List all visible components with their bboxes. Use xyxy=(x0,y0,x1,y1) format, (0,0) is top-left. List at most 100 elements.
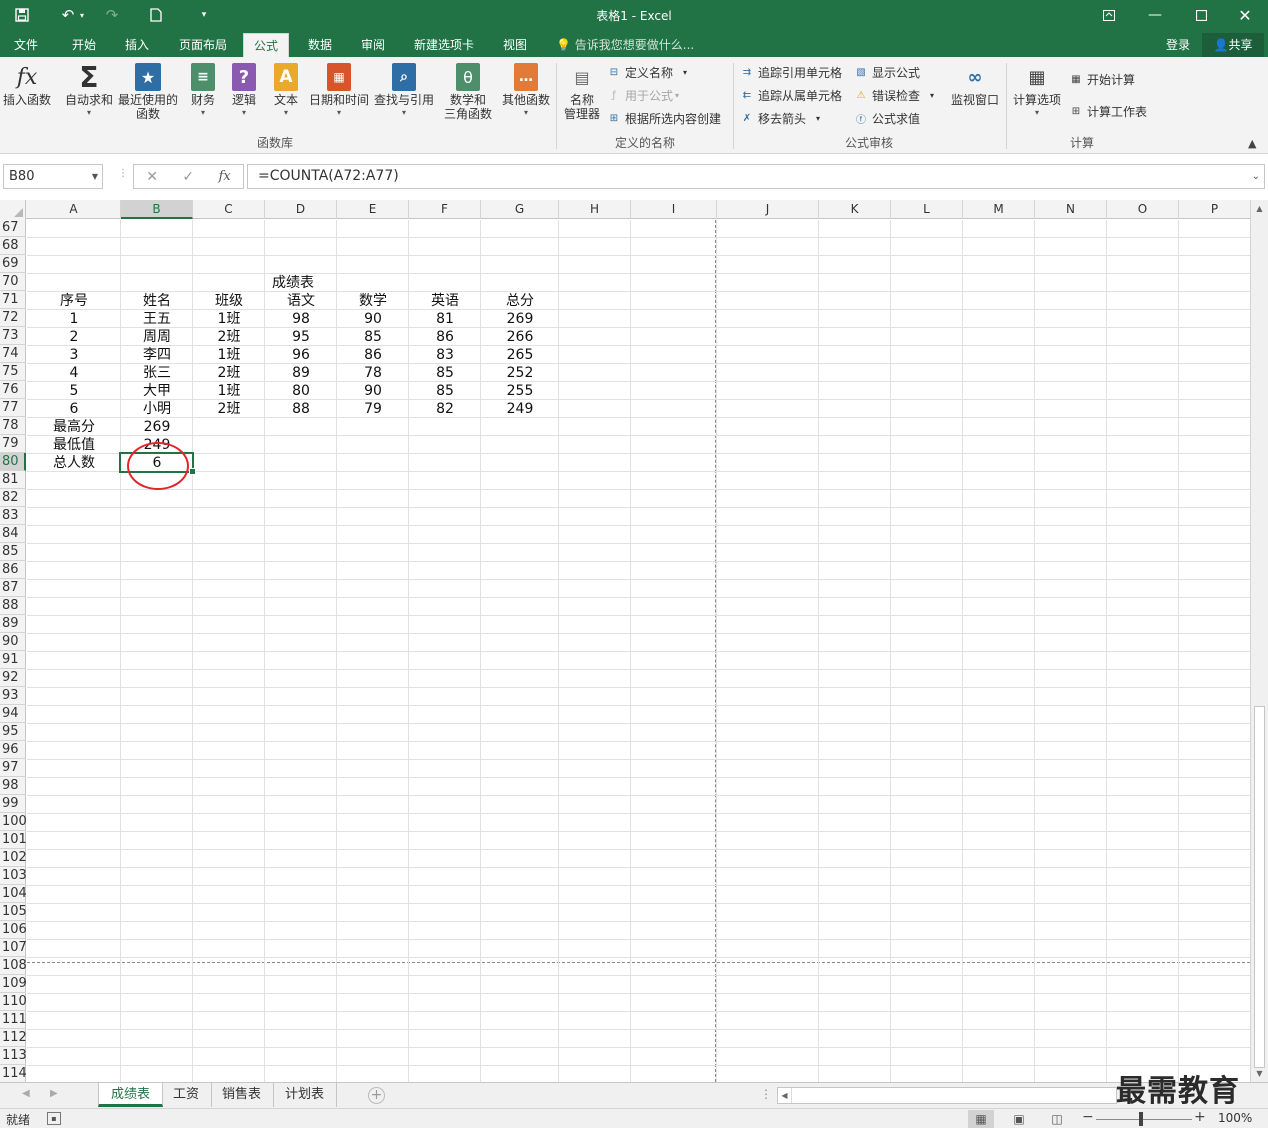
row-header-67[interactable]: 67 xyxy=(0,219,26,237)
tab-view[interactable]: 视图 xyxy=(493,33,537,57)
formula-input[interactable]: =COUNTA(A72:A77) ⌄ xyxy=(247,164,1265,189)
financial-button[interactable]: ≡ 财务 ▾ xyxy=(184,61,222,117)
normal-view-icon[interactable]: ▦ xyxy=(968,1110,994,1128)
tab-new[interactable]: 新建选项卡 xyxy=(404,33,484,57)
row-header-102[interactable]: 102 xyxy=(0,849,27,867)
row-header-74[interactable]: 74 xyxy=(0,345,26,363)
zoom-in-icon[interactable]: + xyxy=(1194,1109,1206,1125)
watch-window-button[interactable]: ∞ 监视窗口 xyxy=(948,61,1002,108)
row-header-86[interactable]: 86 xyxy=(0,561,26,579)
row-header-79[interactable]: 79 xyxy=(0,435,26,453)
scroll-thumb[interactable] xyxy=(1254,706,1265,1068)
select-all-button[interactable] xyxy=(0,200,26,219)
login-link[interactable]: 登录 xyxy=(1166,33,1190,57)
collapse-ribbon-icon[interactable]: ▲ xyxy=(1248,137,1256,150)
tab-file[interactable]: 文件 xyxy=(4,33,48,57)
column-header-k[interactable]: K xyxy=(819,200,891,219)
row-header-88[interactable]: 88 xyxy=(0,597,26,615)
row-header-97[interactable]: 97 xyxy=(0,759,26,777)
row-header-78[interactable]: 78 xyxy=(0,417,26,435)
cancel-icon[interactable]: ✕ xyxy=(146,169,158,185)
row-header-112[interactable]: 112 xyxy=(0,1029,27,1047)
scroll-up-icon[interactable]: ▲ xyxy=(1251,200,1268,217)
column-header-g[interactable]: G xyxy=(481,200,559,219)
add-sheet-icon[interactable]: + xyxy=(368,1087,385,1104)
share-button[interactable]: 👤共享 xyxy=(1202,33,1264,57)
row-header-81[interactable]: 81 xyxy=(0,471,26,489)
redo-icon[interactable]: ↷ xyxy=(100,4,124,26)
zoom-level[interactable]: 100% xyxy=(1218,1111,1252,1125)
cell-area[interactable]: 成绩表 序号 姓名 班级 语文 数学 英语 总分 1 王五 1班 98 90 81 269 2 周周 2班 95 85… xyxy=(27,220,1251,1082)
column-header-n[interactable]: N xyxy=(1035,200,1107,219)
tab-home[interactable]: 开始 xyxy=(62,33,106,57)
next-sheet-icon[interactable]: ▶ xyxy=(50,1088,58,1099)
sheet-tab-sales[interactable]: 销售表 xyxy=(210,1083,275,1107)
tab-data[interactable]: 数据 xyxy=(298,33,342,57)
save-icon[interactable] xyxy=(10,4,34,26)
scroll-down-icon[interactable]: ▼ xyxy=(1251,1065,1268,1082)
row-header-75[interactable]: 75 xyxy=(0,363,26,381)
column-header-f[interactable]: F xyxy=(409,200,481,219)
column-header-l[interactable]: L xyxy=(891,200,963,219)
row-header-106[interactable]: 106 xyxy=(0,921,27,939)
chevron-down-icon[interactable]: ▼ xyxy=(92,165,98,188)
row-header-105[interactable]: 105 xyxy=(0,903,27,921)
sheet-tab-salary[interactable]: 工资 xyxy=(161,1083,213,1107)
row-header-87[interactable]: 87 xyxy=(0,579,26,597)
new-file-icon[interactable] xyxy=(144,4,168,26)
error-checking-button[interactable]: ⚠ 错误检查 ▾ xyxy=(853,85,935,105)
prev-sheet-icon[interactable]: ◀ xyxy=(22,1088,30,1099)
sheet-tab-plan[interactable]: 计划表 xyxy=(273,1083,338,1107)
row-header-100[interactable]: 100 xyxy=(0,813,27,831)
row-header-96[interactable]: 96 xyxy=(0,741,26,759)
row-header-99[interactable]: 99 xyxy=(0,795,26,813)
row-header-107[interactable]: 107 xyxy=(0,939,27,957)
row-header-113[interactable]: 113 xyxy=(0,1047,27,1065)
column-header-m[interactable]: M xyxy=(963,200,1035,219)
column-header-i[interactable]: I xyxy=(631,200,717,219)
column-header-o[interactable]: O xyxy=(1107,200,1179,219)
close-icon[interactable]: ✕ xyxy=(1222,0,1268,30)
calculate-now-button[interactable]: ▦ 开始计算 xyxy=(1068,69,1135,89)
show-formulas-button[interactable]: ▧ 显示公式 xyxy=(853,62,920,82)
splitter-handle-icon[interactable]: ⋮ xyxy=(760,1087,772,1101)
remove-arrows-button[interactable]: ✗ 移去箭头 ▾ xyxy=(739,108,820,128)
row-header-90[interactable]: 90 xyxy=(0,633,26,651)
row-header-72[interactable]: 72 xyxy=(0,309,26,327)
use-in-formula-button[interactable]: ƒ 用于公式 ▾ xyxy=(606,85,679,105)
column-header-d[interactable]: D xyxy=(265,200,337,219)
row-header-91[interactable]: 91 xyxy=(0,651,26,669)
more-functions-button[interactable]: … 其他函数 ▾ xyxy=(500,61,552,117)
row-header-85[interactable]: 85 xyxy=(0,543,26,561)
row-header-111[interactable]: 111 xyxy=(0,1011,27,1029)
row-header-104[interactable]: 104 xyxy=(0,885,27,903)
calculation-options-button[interactable]: ▦ 计算选项 ▾ xyxy=(1011,61,1063,118)
evaluate-formula-button[interactable]: ⓕ 公式求值 xyxy=(853,108,920,128)
row-header-73[interactable]: 73 xyxy=(0,327,26,345)
tab-insert[interactable]: 插入 xyxy=(115,33,159,57)
insert-function-button[interactable]: fx 插入函数 xyxy=(2,61,52,108)
row-header-110[interactable]: 110 xyxy=(0,993,27,1011)
expand-formula-icon[interactable]: ⌄ xyxy=(1252,165,1260,188)
column-header-j[interactable]: J xyxy=(717,200,819,219)
column-header-a[interactable]: A xyxy=(27,200,121,219)
logical-button[interactable]: ? 逻辑 ▾ xyxy=(226,61,262,117)
row-header-70[interactable]: 70 xyxy=(0,273,26,291)
ribbon-display-icon[interactable] xyxy=(1086,0,1132,30)
row-header-69[interactable]: 69 xyxy=(0,255,26,273)
row-header-84[interactable]: 84 xyxy=(0,525,26,543)
autosum-button[interactable]: Σ 自动求和 ▾ xyxy=(62,61,116,118)
row-header-80[interactable]: 80 xyxy=(0,453,26,471)
column-header-b[interactable]: B xyxy=(121,200,193,219)
row-header-82[interactable]: 82 xyxy=(0,489,26,507)
row-header-109[interactable]: 109 xyxy=(0,975,27,993)
tab-review[interactable]: 审阅 xyxy=(351,33,395,57)
column-header-h[interactable]: H xyxy=(559,200,631,219)
recently-used-button[interactable]: ★ 最近使用的 函数 xyxy=(117,61,179,121)
page-break-view-icon[interactable]: ◫ xyxy=(1044,1110,1070,1128)
undo-dropdown-icon[interactable]: ▾ xyxy=(76,4,88,26)
row-header-98[interactable]: 98 xyxy=(0,777,26,795)
customize-toolbar-icon[interactable]: ▾ xyxy=(192,4,216,26)
row-header-108[interactable]: 108 xyxy=(0,957,27,975)
tell-me-box[interactable]: 💡 告诉我您想要做什么... xyxy=(556,33,694,57)
